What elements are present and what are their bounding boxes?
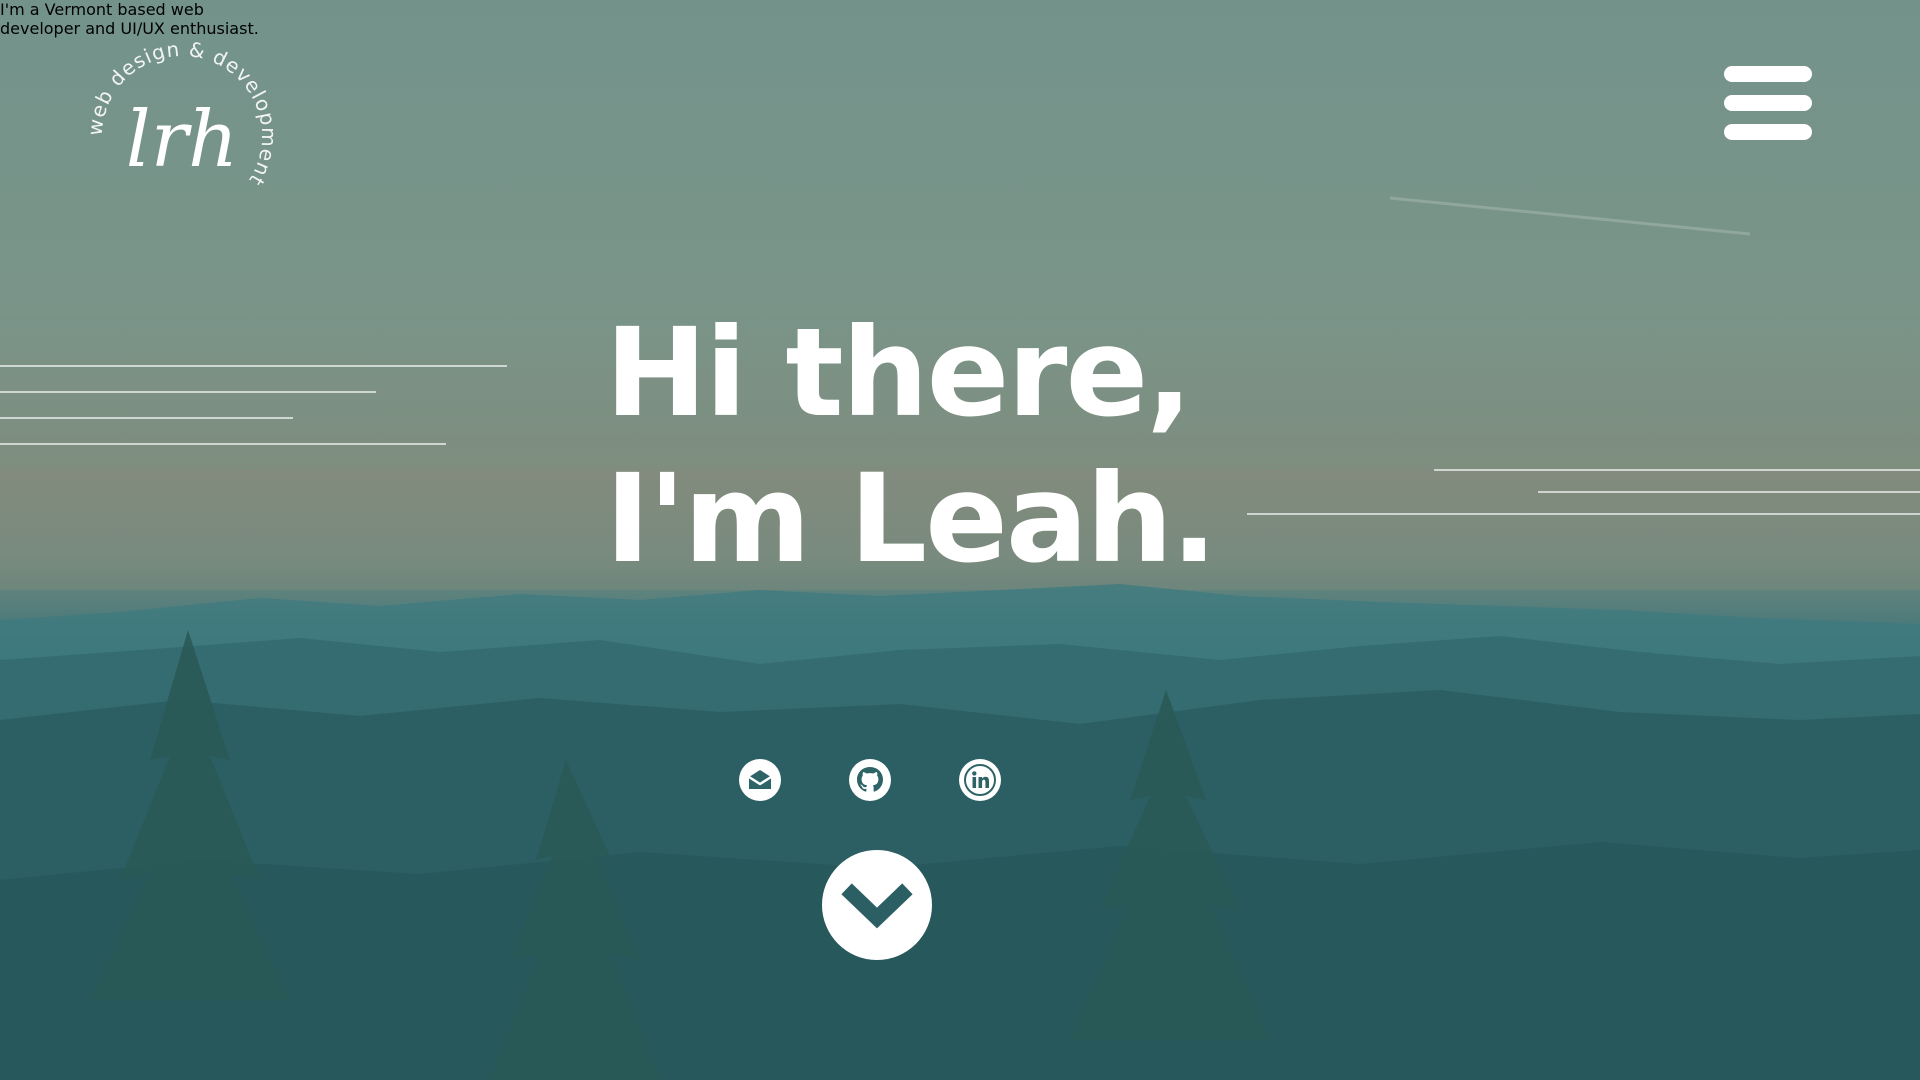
hamburger-menu-icon[interactable]	[1724, 66, 1812, 142]
github-icon	[849, 759, 891, 801]
headline-line-2: I'm Leah.	[605, 448, 1217, 590]
github-link[interactable]	[848, 758, 892, 802]
hero-section: web design & development lrh Hi there, I…	[0, 0, 1920, 1080]
linkedin-link[interactable]	[958, 758, 1002, 802]
menu-bar	[1724, 124, 1812, 140]
site-logo[interactable]: web design & development lrh	[82, 36, 282, 236]
email-link[interactable]	[738, 758, 782, 802]
linkedin-icon	[959, 759, 1001, 801]
chevron-down-icon	[841, 883, 913, 929]
headline-line-1: Hi there,	[605, 302, 1193, 444]
logo-monogram: lrh	[126, 95, 238, 185]
hero-headline: Hi there, I'm Leah.	[605, 300, 1217, 592]
menu-bar	[1724, 66, 1812, 82]
scroll-down-button[interactable]	[822, 850, 932, 960]
menu-bar	[1724, 95, 1812, 111]
email-icon	[739, 759, 781, 801]
